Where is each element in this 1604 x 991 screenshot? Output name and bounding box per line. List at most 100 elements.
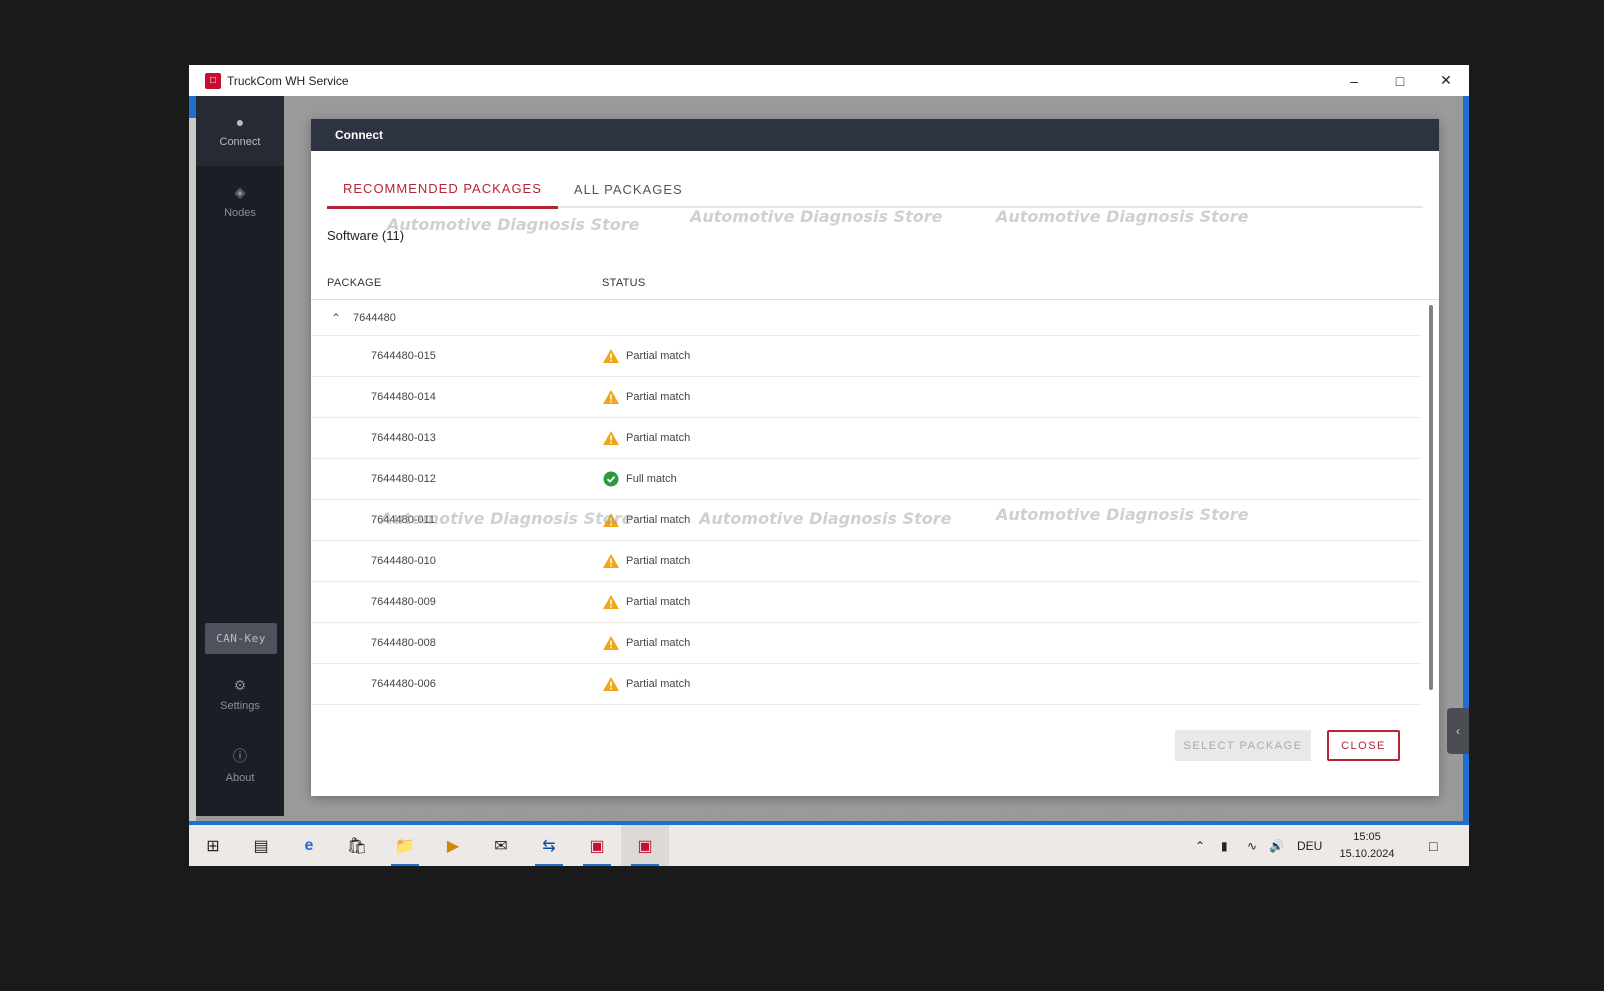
table-row[interactable]: 7644480-014 Partial match [311,377,1421,418]
connect-dialog: Connect RECOMMENDED PACKAGES ALL PACKAGE… [311,119,1439,796]
table-row[interactable]: 7644480-009 Partial match [311,582,1421,623]
status-label: Partial match [626,637,691,649]
taskbar-clock[interactable]: 15:05 15.10.2024 [1337,829,1397,863]
package-name: 7644480-008 [371,637,436,649]
column-header-package: PACKAGE [327,277,382,289]
package-name: 7644480-009 [371,596,436,608]
package-status: Partial match [602,389,690,405]
volume-icon[interactable]: 🔊 [1269,825,1284,866]
table-row[interactable]: 7644480-011 Partial match [311,500,1421,541]
status-label: Partial match [626,432,691,444]
status-label: Partial match [626,555,691,567]
package-group-label: 7644480 [353,311,396,324]
gear-icon: ⚙ [233,676,247,693]
status-label: Partial match [626,678,691,690]
clock-time: 15:05 [1353,831,1381,843]
package-status: Partial match [602,676,690,692]
warning-icon [602,430,620,446]
status-label: Partial match [626,514,691,526]
truckcom-logo-icon: □ [205,72,221,89]
sidebar: ● Connect ◈ Nodes CAN-Key ⚙ Settings ⓘ A… [196,96,284,816]
status-label: Full match [626,473,677,485]
battery-icon[interactable]: ▮ [1221,825,1228,866]
screen: □ TruckCom WH Service – □ ✕ ● Connect ◈ … [189,65,1469,866]
package-status: Partial match [602,512,690,528]
left-edge-accent [189,96,196,118]
table-row[interactable]: 7644480-010 Partial match [311,541,1421,582]
file-explorer-icon[interactable]: 📁 [381,825,429,866]
package-name: 7644480-013 [371,432,436,444]
clock-date: 15.10.2024 [1339,848,1395,860]
teamviewer-icon[interactable]: ⇆ [525,825,573,866]
package-name: 7644480-015 [371,350,436,362]
sidebar-item-settings[interactable]: ⚙ Settings [196,659,284,729]
package-status: Full match [602,471,677,487]
left-edge [189,96,196,821]
close-window-button[interactable]: ✕ [1423,65,1469,96]
taskbar: ⊞ ▤ e 🛍 📁 ▶ ✉ ⇆ ▣ ▣ ⌃ ▮ ∿ 🔊 DEU 15:05 15… [189,825,1469,866]
app-area: ● Connect ◈ Nodes CAN-Key ⚙ Settings ⓘ A… [189,96,1469,829]
truckcom-wh-taskbar-icon[interactable]: ▣ [621,825,669,866]
close-button[interactable]: CLOSE [1327,730,1400,761]
package-rows: 7644480-015 Partial match 7644480-014 Parti… [311,336,1421,709]
notification-icon[interactable]: □ [1429,825,1437,866]
package-name: 7644480-014 [371,391,436,403]
status-label: Partial match [626,596,691,608]
sidebar-item-connect[interactable]: ● Connect [196,96,284,166]
table-row[interactable]: 7644480-005Partial match [311,705,1421,709]
table-row[interactable]: 7644480-012 Full match [311,459,1421,500]
column-header-status: STATUS [602,277,646,289]
status-label: Partial match [626,391,691,403]
status-label: Partial match [626,350,691,362]
task-view-icon[interactable]: ▤ [237,825,285,866]
package-name: 7644480-011 [371,514,436,526]
check-circle-icon [602,471,620,487]
plug-icon: ● [235,114,245,130]
warning-icon [602,348,620,364]
tab-all-packages[interactable]: ALL PACKAGES [558,171,699,208]
window-controls: – □ ✕ [1331,65,1469,96]
warning-icon [602,389,620,405]
wifi-icon[interactable]: ∿ [1247,825,1257,866]
sidebar-item-nodes[interactable]: ◈ Nodes [196,166,284,236]
table-row[interactable]: 7644480-008 Partial match [311,623,1421,664]
cankey-button[interactable]: CAN-Key [205,623,277,654]
truckcom-taskbar-icon[interactable]: ▣ [573,825,621,866]
sidebar-item-about[interactable]: ⓘ About [196,730,284,800]
maximize-button[interactable]: □ [1377,65,1423,96]
scrollbar[interactable] [1429,305,1433,690]
package-name: 7644480-006 [371,678,436,690]
table-row[interactable]: 7644480-015 Partial match [311,336,1421,377]
package-list: ⌃ 7644480 7644480-015 Partial match 764448… [311,300,1421,709]
tab-recommended-packages[interactable]: RECOMMENDED PACKAGES [327,171,558,209]
chevron-up-icon[interactable]: ⌃ [331,311,353,325]
select-package-button[interactable]: SELECT PACKAGE [1175,730,1311,761]
dialog-title: Connect [311,119,1439,151]
mail-icon[interactable]: ✉ [477,825,525,866]
table-row[interactable]: 7644480-013 Partial match [311,418,1421,459]
minimize-button[interactable]: – [1331,65,1377,96]
tray-chevron-up-icon[interactable]: ⌃ [1195,825,1205,866]
sidebar-item-label: Connect [219,136,261,148]
language-indicator[interactable]: DEU [1297,825,1322,866]
package-status: Partial match [602,635,690,651]
package-status: Partial match [602,553,690,569]
window-title: TruckCom WH Service [227,73,349,88]
info-icon: ⓘ [233,748,247,764]
warning-icon [602,553,620,569]
section-title: Software (11) [327,228,405,243]
package-group-row[interactable]: ⌃ 7644480 [311,300,1421,336]
package-status: Partial match [602,430,690,446]
window-titlebar: □ TruckCom WH Service – □ ✕ [189,65,1469,96]
windows-start-icon[interactable]: ⊞ [189,825,237,866]
table-row[interactable]: 7644480-006 Partial match [311,664,1421,705]
sidebar-item-label: About [225,772,255,784]
edge-browser-icon[interactable]: e [285,825,333,866]
chevron-left-icon[interactable]: ‹ [1447,708,1469,754]
media-player-icon[interactable]: ▶ [429,825,477,866]
sidebar-item-label: Nodes [224,206,256,219]
package-status: Partial match [602,348,690,364]
tab-bar: RECOMMENDED PACKAGES ALL PACKAGES [327,171,1423,209]
package-status: Partial match [602,594,690,610]
store-icon[interactable]: 🛍 [333,825,381,866]
